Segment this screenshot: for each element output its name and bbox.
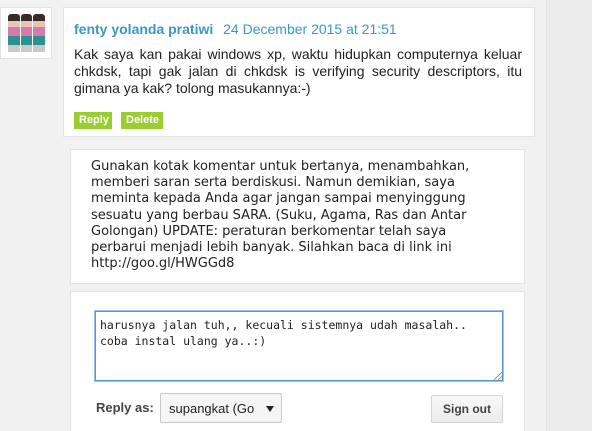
comments-page: fenty yolanda pratiwi 24 December 2015 a… bbox=[0, 0, 592, 431]
avatar-figure bbox=[20, 14, 33, 52]
right-rail bbox=[546, 0, 592, 431]
notice-text: Gunakan kotak komentar untuk bertanya, m… bbox=[91, 159, 470, 272]
user-avatar-icon[interactable] bbox=[8, 14, 46, 52]
reply-as-label: Reply as: bbox=[96, 400, 154, 415]
resize-grip-icon[interactable] bbox=[494, 372, 502, 380]
identity-select-value: supangkat (Go bbox=[169, 400, 255, 416]
comment-date-link[interactable]: 24 December 2015 at 21:51 bbox=[223, 21, 397, 37]
comment-policy-notice: Gunakan kotak komentar untuk bertanya, m… bbox=[70, 149, 525, 284]
comment-card: fenty yolanda pratiwi 24 December 2015 a… bbox=[63, 7, 535, 137]
avatar-figure bbox=[8, 14, 20, 52]
comment-author-link[interactable]: fenty yolanda pratiwi bbox=[74, 21, 213, 37]
identity-select[interactable]: supangkat (Go bbox=[160, 393, 282, 423]
reply-button[interactable]: Reply bbox=[74, 112, 112, 129]
reply-textarea[interactable] bbox=[95, 311, 503, 381]
comment-meta: fenty yolanda pratiwi 24 December 2015 a… bbox=[74, 20, 397, 38]
avatar-figure bbox=[33, 14, 46, 52]
avatar-frame bbox=[0, 7, 52, 59]
comment-body: Kak saya kan pakai windows xp, waktu hid… bbox=[74, 46, 522, 96]
sign-out-button[interactable]: Sign out bbox=[431, 395, 503, 423]
reply-form: Reply as: supangkat (Go Sign out bbox=[70, 291, 525, 431]
delete-button[interactable]: Delete bbox=[121, 112, 163, 129]
chevron-down-icon bbox=[266, 406, 274, 412]
